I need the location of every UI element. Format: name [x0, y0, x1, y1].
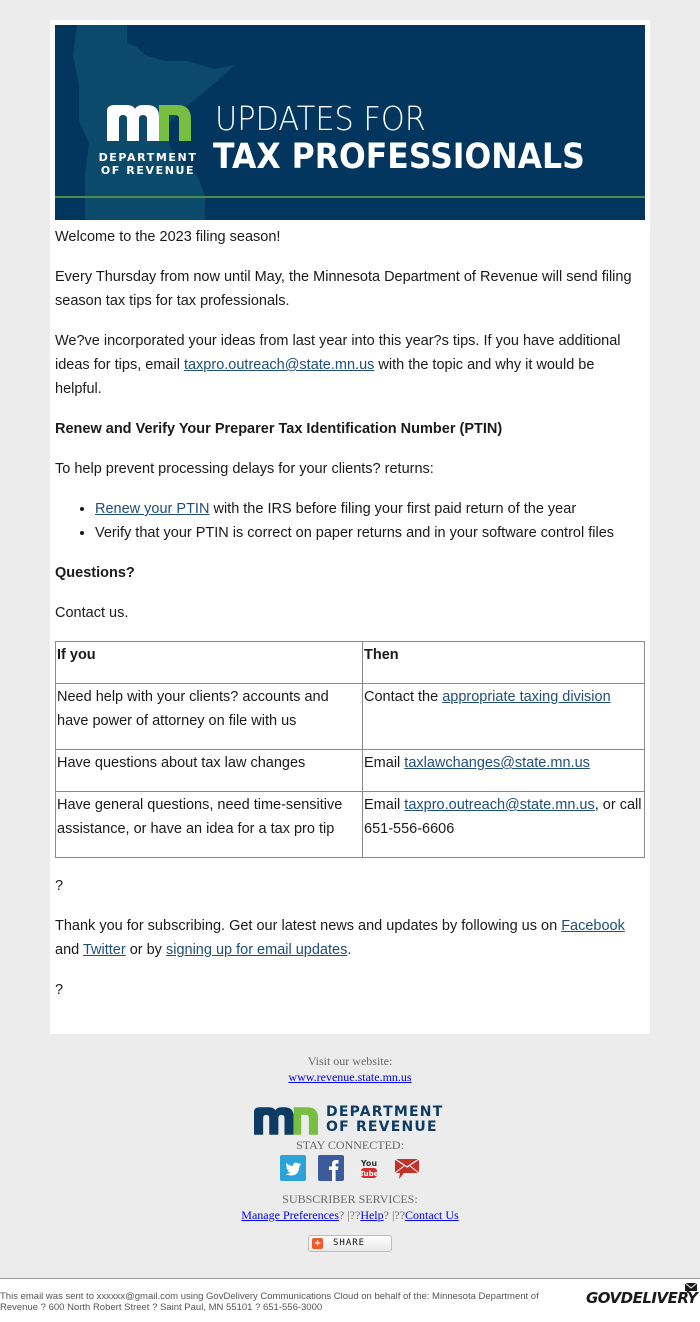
- list-item: Verify that your PTIN is correct on pape…: [95, 521, 645, 545]
- svg-text:You: You: [360, 1159, 378, 1168]
- ptin-list: Renew your PTIN with the IRS before fili…: [55, 497, 645, 545]
- email-signup-link[interactable]: signing up for email updates: [166, 942, 347, 958]
- cell-then: Email taxpro.outreach@state.mn.us, or ca…: [362, 791, 645, 858]
- header-if-you: If you: [55, 641, 363, 684]
- thanks-paragraph: Thank you for subscribing. Get our lates…: [55, 914, 645, 962]
- cell-if: Have general questions, need time-sensit…: [55, 791, 363, 858]
- youtube-icon[interactable]: You Tube: [356, 1155, 382, 1181]
- cell-text: Contact the: [364, 689, 443, 705]
- govdelivery-logo[interactable]: GOVDELIVERY: [586, 1289, 698, 1307]
- ideas-paragraph: We?ve incorporated your ideas from last …: [55, 329, 645, 401]
- website-link[interactable]: www.revenue.state.mn.us: [288, 1070, 411, 1084]
- footer-dept-text: DEPARTMENT OF REVENUE: [326, 1105, 443, 1135]
- subscriber-links: Manage Preferences? |??Help? |??Contact …: [0, 1207, 700, 1223]
- dept-line1: DEPARTMENT: [98, 151, 198, 164]
- dept-line2: OF REVENUE: [326, 1119, 438, 1135]
- placeholder-char: ?: [55, 878, 64, 894]
- taxpro-email-link[interactable]: taxpro.outreach@state.mn.us: [184, 357, 374, 373]
- thanks-text: Thank you for subscribing. Get our lates…: [55, 918, 562, 934]
- mn-logo-icon: [107, 105, 191, 141]
- ptin-heading: Renew and Verify Your Preparer Tax Ident…: [55, 417, 645, 441]
- ptin-heading-text: Renew and Verify Your Preparer Tax Ident…: [55, 421, 503, 437]
- disclaimer-text: This email was sent to xxxxxx@gmail.com …: [0, 1291, 539, 1313]
- cell-text: Email: [364, 797, 405, 813]
- header-text: Then: [364, 647, 399, 663]
- list-item-text: Verify that your PTIN is correct on pape…: [95, 525, 615, 541]
- intro-text: Every Thursday from now until May, the M…: [55, 269, 632, 309]
- twitter-icon[interactable]: [280, 1155, 306, 1181]
- questions-heading-text: Questions?: [55, 565, 135, 581]
- table-header-row: If you Then: [55, 641, 645, 684]
- email-body: Welcome to the 2023 filing season! Every…: [55, 225, 645, 1018]
- list-item: Renew your PTIN with the IRS before fili…: [95, 497, 645, 521]
- cell-then: Contact the appropriate taxing division: [362, 683, 645, 750]
- welcome-text: Welcome to the 2023 filing season!: [55, 229, 281, 245]
- visit-website-label: Visit our website:: [307, 1054, 393, 1068]
- header-banner: DEPARTMENT OF REVENUE UPDATES FOR TAX PR…: [55, 25, 645, 220]
- banner-rule: [55, 196, 645, 198]
- placeholder-char: ?: [55, 982, 64, 998]
- stay-connected-label: STAY CONNECTED:: [296, 1138, 404, 1152]
- svg-text:Tube: Tube: [360, 1170, 379, 1178]
- dept-line1: DEPARTMENT: [326, 1104, 444, 1120]
- taxlawchanges-email-link[interactable]: taxlawchanges@state.mn.us: [404, 755, 590, 771]
- cell-text: Email: [364, 755, 405, 771]
- cell-if: Have questions about tax law changes: [55, 749, 363, 792]
- contact-us-link[interactable]: Contact Us: [405, 1208, 459, 1222]
- banner-title-line1: UPDATES FOR: [215, 99, 426, 138]
- dept-line2: OF REVENUE: [100, 164, 196, 177]
- help-link[interactable]: Help: [360, 1208, 383, 1222]
- social-icons: You Tube: [0, 1155, 700, 1183]
- footer-dept-logo[interactable]: DEPARTMENT OF REVENUE: [254, 1105, 446, 1137]
- email-icon[interactable]: [394, 1155, 420, 1181]
- contact-us-text: Contact us.: [55, 605, 129, 621]
- link-separator: ? |??: [383, 1208, 406, 1222]
- subscriber-services-label: SUBSCRIBER SERVICES:: [282, 1192, 418, 1206]
- renew-ptin-link[interactable]: Renew your PTIN: [95, 501, 209, 517]
- table-row: Need help with your clients? accounts an…: [55, 683, 645, 750]
- header-text: If you: [57, 647, 96, 663]
- mn-logo-icon: [254, 1107, 318, 1135]
- govdelivery-footer: This email was sent to xxxxxx@gmail.com …: [0, 1278, 700, 1322]
- taxing-division-link[interactable]: appropriate taxing division: [442, 689, 610, 705]
- ptin-intro: To help prevent processing delays for yo…: [55, 461, 434, 477]
- contact-table: If you Then Need help with your clients?…: [55, 641, 645, 858]
- envelope-icon: [684, 1282, 698, 1294]
- header-then: Then: [362, 641, 645, 684]
- manage-preferences-link[interactable]: Manage Preferences: [241, 1208, 339, 1222]
- email-card: DEPARTMENT OF REVENUE UPDATES FOR TAX PR…: [50, 20, 650, 1034]
- share-label: SHARE: [333, 1238, 366, 1248]
- footer: Visit our website: www.revenue.state.mn.…: [0, 1053, 700, 1256]
- taxpro-email-link-table[interactable]: taxpro.outreach@state.mn.us: [404, 797, 594, 813]
- banner-title-line2: TAX PROFESSIONALS: [213, 137, 585, 177]
- list-item-text: with the IRS before filing your first pa…: [209, 501, 577, 517]
- plus-icon: +: [312, 1238, 323, 1249]
- cell-if: Need help with your clients? accounts an…: [55, 683, 363, 750]
- table-row: Have questions about tax law changes Ema…: [55, 749, 645, 792]
- thanks-text: and: [55, 942, 83, 958]
- facebook-link[interactable]: Facebook: [561, 918, 625, 934]
- questions-heading: Questions?: [55, 561, 645, 585]
- thanks-text: .: [347, 942, 352, 958]
- cell-then: Email taxlawchanges@state.mn.us: [362, 749, 645, 792]
- share-button[interactable]: + SHARE: [308, 1235, 392, 1252]
- department-of-revenue-label: DEPARTMENT OF REVENUE: [98, 151, 198, 177]
- facebook-icon[interactable]: [318, 1155, 344, 1181]
- table-row: Have general questions, need time-sensit…: [55, 791, 645, 858]
- link-separator: ? |??: [338, 1208, 361, 1222]
- thanks-text: or by: [125, 942, 166, 958]
- twitter-link[interactable]: Twitter: [83, 942, 126, 958]
